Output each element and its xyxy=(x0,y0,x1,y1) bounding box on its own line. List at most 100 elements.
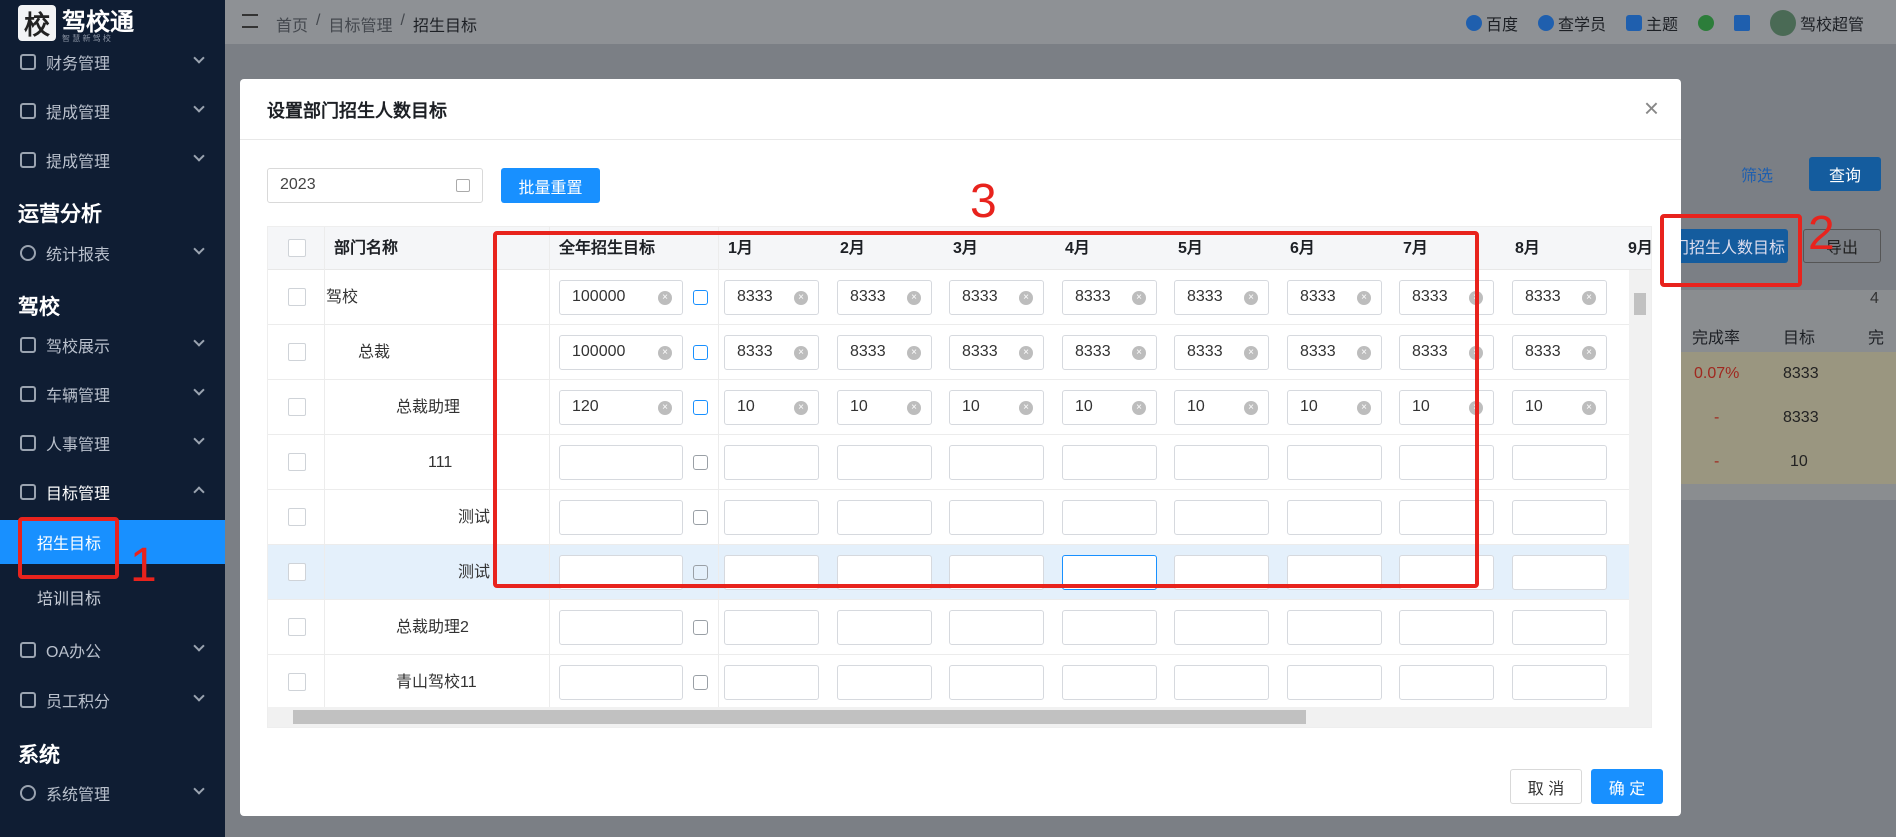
dept-name: 青山驾校11 xyxy=(396,674,477,691)
clear-icon[interactable]: × xyxy=(1582,346,1596,360)
sidebar: 校 驾校通 智 慧 新 驾 校 财务管理 提成管理 提成管理 运营分析 统计报表… xyxy=(0,0,225,837)
chevron-down-icon xyxy=(193,101,205,113)
row-checkbox[interactable] xyxy=(288,453,306,471)
month-target-input[interactable] xyxy=(1399,665,1494,700)
confirm-button[interactable]: 确 定 xyxy=(1591,769,1663,804)
month-target-input[interactable] xyxy=(837,610,932,645)
row-checkbox[interactable] xyxy=(288,508,306,526)
finance-icon xyxy=(20,54,36,70)
shirt-icon xyxy=(1625,15,1642,31)
chevron-down-icon xyxy=(193,243,205,255)
select-all-checkbox[interactable] xyxy=(288,239,306,257)
table-row: 青山驾校11 xyxy=(268,655,1651,710)
sidebar-item-points[interactable]: 员工积分 xyxy=(0,678,225,722)
vertical-scrollbar[interactable] xyxy=(1629,270,1651,709)
user-menu[interactable]: 驾校超管 xyxy=(1769,10,1864,36)
row-checkbox[interactable] xyxy=(288,398,306,416)
annotation-number-1: 1 xyxy=(130,539,157,592)
month-target-input[interactable] xyxy=(949,610,1044,645)
month-target-input[interactable] xyxy=(1512,500,1607,535)
dept-name: 测试 xyxy=(458,564,491,581)
modal-title: 设置部门招生人数目标 xyxy=(267,101,447,121)
row-checkbox[interactable] xyxy=(288,673,306,691)
query-button[interactable]: 查询 xyxy=(1809,157,1881,191)
annotation-box-2 xyxy=(1660,214,1802,287)
sidebar-item-oa[interactable]: OA办公 xyxy=(0,628,225,672)
month-target-input[interactable] xyxy=(837,665,932,700)
breadcrumb-home[interactable]: 首页 xyxy=(276,12,308,36)
horizontal-scrollbar[interactable] xyxy=(268,707,1651,727)
distribute-icon[interactable] xyxy=(693,620,708,635)
screen-button[interactable] xyxy=(1733,15,1750,31)
logo-text: 驾校通 xyxy=(62,9,134,36)
commission-icon xyxy=(20,152,36,168)
cancel-button[interactable]: 取 消 xyxy=(1510,769,1582,804)
month-target-input[interactable] xyxy=(1287,610,1382,645)
month-target-input[interactable] xyxy=(1174,610,1269,645)
month-target-input[interactable] xyxy=(1287,665,1382,700)
year-picker[interactable]: 2023 xyxy=(267,168,483,203)
sidebar-item-finance[interactable]: 财务管理 xyxy=(0,40,225,84)
bg-table: 4 完成率 目标 完 0.07% 8333 - 8333 - 10 xyxy=(1680,290,1896,500)
col-m8: 8月 xyxy=(1515,240,1540,257)
row-checkbox[interactable] xyxy=(288,563,306,581)
close-icon[interactable]: × xyxy=(1644,95,1659,121)
month-target-input[interactable] xyxy=(1062,665,1157,700)
logo-badge: 校 xyxy=(18,5,56,41)
breadcrumb: 首页 / 目标管理 / 招生目标 xyxy=(276,12,477,36)
row-checkbox[interactable] xyxy=(288,618,306,636)
breadcrumb-targets[interactable]: 目标管理 xyxy=(328,12,392,36)
baidu-link[interactable]: 百度 xyxy=(1465,11,1518,35)
filter-button[interactable]: 筛选 xyxy=(1722,157,1792,191)
annual-target-input[interactable] xyxy=(559,610,683,645)
avatar xyxy=(1769,10,1796,36)
oa-icon xyxy=(20,642,36,658)
sidebar-item-training-target[interactable]: 培训目标 xyxy=(0,575,225,619)
batch-reset-button[interactable]: 批量重置 xyxy=(501,168,600,203)
screen-icon xyxy=(1733,15,1750,31)
sidebar-item-targets[interactable]: 目标管理 xyxy=(0,470,225,514)
annotation-box-1 xyxy=(18,517,119,579)
month-target-input[interactable]: 8333 × xyxy=(1512,280,1607,315)
month-target-input[interactable] xyxy=(1512,610,1607,645)
distribute-icon[interactable] xyxy=(693,675,708,690)
month-target-input[interactable] xyxy=(724,610,819,645)
row-checkbox[interactable] xyxy=(288,288,306,306)
shield-button[interactable] xyxy=(1697,15,1714,31)
month-target-input[interactable] xyxy=(1512,445,1607,480)
row-checkbox[interactable] xyxy=(288,343,306,361)
dept-name: 总裁助理2 xyxy=(396,619,469,636)
annual-target-input[interactable] xyxy=(559,665,683,700)
month-target-input[interactable] xyxy=(724,665,819,700)
student-search-link[interactable]: 查学员 xyxy=(1537,11,1606,35)
month-target-input[interactable] xyxy=(1512,555,1607,590)
month-target-input[interactable] xyxy=(949,665,1044,700)
month-target-input[interactable] xyxy=(1512,665,1607,700)
clear-icon[interactable]: × xyxy=(1582,291,1596,305)
clock-icon xyxy=(20,245,36,261)
menu-fold-icon[interactable] xyxy=(242,14,258,28)
sidebar-item-vehicles[interactable]: 车辆管理 xyxy=(0,372,225,416)
car-icon xyxy=(20,386,36,402)
dept-name: 总裁助理 xyxy=(396,399,461,416)
month-target-input[interactable]: 10 × xyxy=(1512,390,1607,425)
dept-name: 测试 xyxy=(458,509,491,526)
search-student-icon xyxy=(1537,15,1554,31)
sidebar-item-commission-2[interactable]: 提成管理 xyxy=(0,138,225,182)
sidebar-item-commission[interactable]: 提成管理 xyxy=(0,89,225,133)
dept-name: 111 xyxy=(428,454,453,471)
annotation-number-3: 3 xyxy=(970,175,997,228)
chevron-up-icon xyxy=(193,486,205,498)
sidebar-item-showcase[interactable]: 驾校展示 xyxy=(0,323,225,367)
month-target-input[interactable] xyxy=(1174,665,1269,700)
commission-icon xyxy=(20,103,36,119)
month-target-input[interactable]: 8333 × xyxy=(1512,335,1607,370)
month-target-input[interactable] xyxy=(1399,610,1494,645)
sidebar-item-reports[interactable]: 统计报表 xyxy=(0,231,225,275)
sidebar-item-hr[interactable]: 人事管理 xyxy=(0,421,225,465)
clear-icon[interactable]: × xyxy=(1582,401,1596,415)
theme-link[interactable]: 主题 xyxy=(1625,11,1678,35)
month-target-input[interactable] xyxy=(1062,610,1157,645)
sidebar-item-system[interactable]: 系统管理 xyxy=(0,771,225,815)
chevron-down-icon xyxy=(193,52,205,64)
